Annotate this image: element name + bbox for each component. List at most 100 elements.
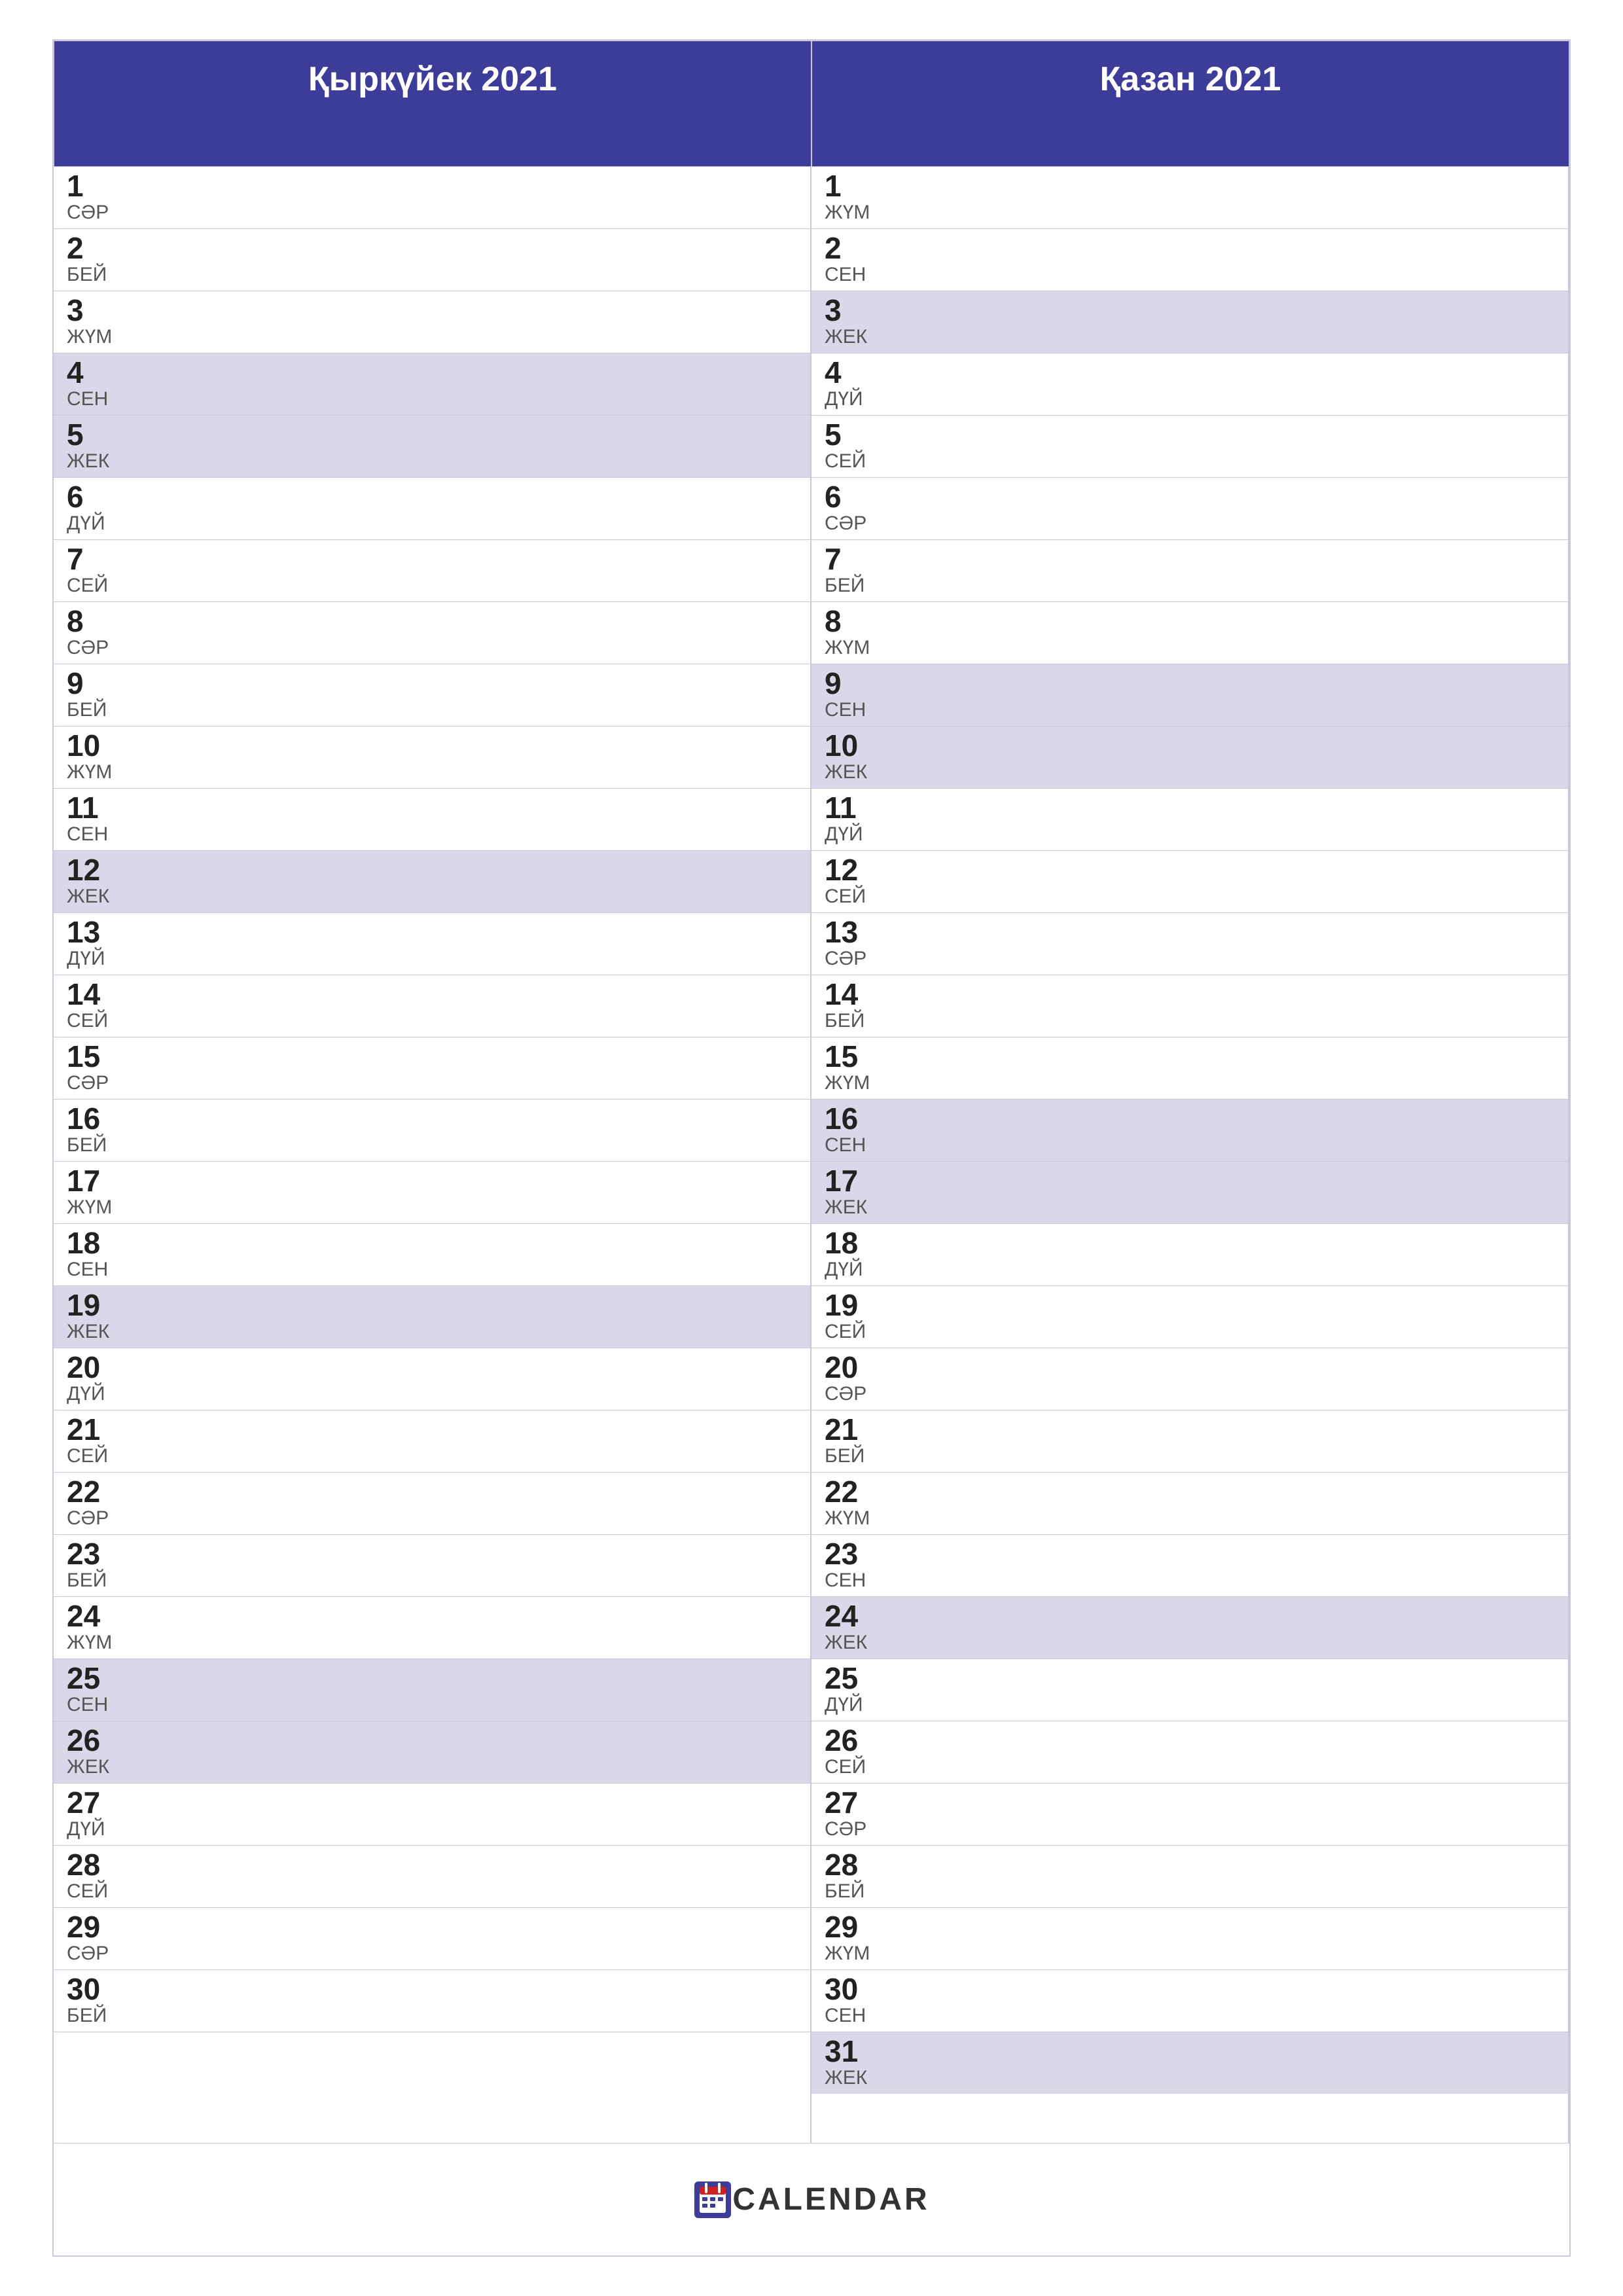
sept-day-number-7: 7: [67, 544, 797, 574]
oct-day-27: 27СӘР: [812, 1784, 1568, 1846]
oct-day-name-26: СЕЙ: [825, 1755, 1555, 1779]
oct-day-22: 22ЖҮМ: [812, 1473, 1568, 1535]
sept-day-name-6: ДҮЙ: [67, 512, 797, 535]
october-column: 1ЖҮМ2СЕН3ЖЕК4ДҮЙ5СЕЙ6СӘР7БЕЙ8ЖҮМ9СЕН10ЖЕ…: [812, 167, 1569, 2143]
sept-day-name-23: БЕЙ: [67, 1569, 797, 1592]
sept-day-21: 21СЕЙ: [54, 1410, 810, 1473]
oct-day-10: 10ЖЕК: [812, 726, 1568, 789]
sept-day-number-1: 1: [67, 171, 797, 201]
oct-day-number-20: 20: [825, 1352, 1555, 1382]
sept-day-name-17: ЖҮМ: [67, 1196, 797, 1219]
sept-day-name-4: СЕН: [67, 387, 797, 411]
oct-day-name-21: БЕЙ: [825, 1444, 1555, 1468]
september-header: Қыркүйек 2021: [54, 41, 812, 167]
oct-day-name-6: СӘР: [825, 512, 1555, 535]
sept-day-27: 27ДҮЙ: [54, 1784, 810, 1846]
oct-day-number-18: 18: [825, 1228, 1555, 1258]
oct-day-16: 16СЕН: [812, 1100, 1568, 1162]
calendar-logo-text: CALENDAR: [732, 2181, 929, 2217]
oct-day-name-5: СЕЙ: [825, 450, 1555, 473]
oct-day-number-23: 23: [825, 1539, 1555, 1569]
calendar-grid: Қыркүйек 2021 Қазан 2021 1СӘР2БЕЙ3ЖҮМ4СЕ…: [52, 39, 1571, 2257]
sept-day-name-2: БЕЙ: [67, 263, 797, 287]
sept-day-number-26: 26: [67, 1725, 797, 1755]
oct-day-31: 31ЖЕК: [812, 2032, 1568, 2094]
sept-day-number-20: 20: [67, 1352, 797, 1382]
sept-day-18: 18СЕН: [54, 1224, 810, 1286]
oct-day-5: 5СЕЙ: [812, 416, 1568, 478]
sept-day-name-25: СЕН: [67, 1693, 797, 1717]
oct-day-20: 20СӘР: [812, 1348, 1568, 1410]
oct-day-17: 17ЖЕК: [812, 1162, 1568, 1224]
oct-day-name-19: СЕЙ: [825, 1320, 1555, 1344]
oct-day-number-14: 14: [825, 979, 1555, 1009]
oct-day-name-14: БЕЙ: [825, 1009, 1555, 1033]
oct-day-number-13: 13: [825, 917, 1555, 947]
oct-day-number-26: 26: [825, 1725, 1555, 1755]
sept-day-name-18: СЕН: [67, 1258, 797, 1282]
oct-day-name-23: СЕН: [825, 1569, 1555, 1592]
sept-day-number-9: 9: [67, 668, 797, 698]
oct-day-name-7: БЕЙ: [825, 574, 1555, 598]
oct-day-18: 18ДҮЙ: [812, 1224, 1568, 1286]
oct-day-name-18: ДҮЙ: [825, 1258, 1555, 1282]
sept-day-7: 7СЕЙ: [54, 540, 810, 602]
september-column: 1СӘР2БЕЙ3ЖҮМ4СЕН5ЖЕК6ДҮЙ7СЕЙ8СӘР9БЕЙ10ЖҮ…: [54, 167, 812, 2143]
oct-day-name-1: ЖҮМ: [825, 201, 1555, 224]
oct-day-15: 15ЖҮМ: [812, 1037, 1568, 1100]
sept-day-name-5: ЖЕК: [67, 450, 797, 473]
oct-day-number-4: 4: [825, 357, 1555, 387]
oct-day-number-27: 27: [825, 1787, 1555, 1818]
oct-day-name-29: ЖҮМ: [825, 1942, 1555, 1965]
oct-day-number-15: 15: [825, 1041, 1555, 1071]
sept-day-name-26: ЖЕК: [67, 1755, 797, 1779]
sept-day-number-3: 3: [67, 295, 797, 325]
sept-day-name-10: ЖҮМ: [67, 761, 797, 784]
oct-day-name-27: СӘР: [825, 1818, 1555, 1841]
sept-day-22: 22СӘР: [54, 1473, 810, 1535]
oct-day-number-7: 7: [825, 544, 1555, 574]
sept-day-10: 10ЖҮМ: [54, 726, 810, 789]
sept-day-3: 3ЖҮМ: [54, 291, 810, 353]
oct-day-name-9: СЕН: [825, 698, 1555, 722]
oct-day-21: 21БЕЙ: [812, 1410, 1568, 1473]
oct-day-number-3: 3: [825, 295, 1555, 325]
sept-day-9: 9БЕЙ: [54, 664, 810, 726]
sept-day-number-30: 30: [67, 1974, 797, 2004]
oct-day-6: 6СӘР: [812, 478, 1568, 540]
sept-day-number-6: 6: [67, 482, 797, 512]
sept-day-number-4: 4: [67, 357, 797, 387]
oct-day-14: 14БЕЙ: [812, 975, 1568, 1037]
oct-day-2: 2СЕН: [812, 229, 1568, 291]
page: Қыркүйек 2021 Қазан 2021 1СӘР2БЕЙ3ЖҮМ4СЕ…: [0, 0, 1623, 2296]
sept-day-number-24: 24: [67, 1601, 797, 1631]
sept-day-2: 2БЕЙ: [54, 229, 810, 291]
sept-day-name-11: СЕН: [67, 823, 797, 846]
oct-day-4: 4ДҮЙ: [812, 353, 1568, 416]
oct-day-name-31: ЖЕК: [825, 2066, 1555, 2090]
sept-day-5: 5ЖЕК: [54, 416, 810, 478]
oct-day-name-28: БЕЙ: [825, 1880, 1555, 1903]
sept-day-8: 8СӘР: [54, 602, 810, 664]
sept-day-number-19: 19: [67, 1290, 797, 1320]
sept-day-19: 19ЖЕК: [54, 1286, 810, 1348]
oct-day-number-11: 11: [825, 793, 1555, 823]
oct-day-name-13: СӘР: [825, 947, 1555, 971]
oct-day-name-2: СЕН: [825, 263, 1555, 287]
sept-day-26: 26ЖЕК: [54, 1721, 810, 1784]
oct-day-number-25: 25: [825, 1663, 1555, 1693]
sept-day-number-16: 16: [67, 1103, 797, 1134]
oct-day-name-10: ЖЕК: [825, 761, 1555, 784]
oct-day-name-20: СӘР: [825, 1382, 1555, 1406]
oct-day-19: 19СЕЙ: [812, 1286, 1568, 1348]
oct-day-name-16: СЕН: [825, 1134, 1555, 1157]
oct-day-number-24: 24: [825, 1601, 1555, 1631]
oct-day-name-15: ЖҮМ: [825, 1071, 1555, 1095]
oct-day-number-12: 12: [825, 855, 1555, 885]
sept-day-name-9: БЕЙ: [67, 698, 797, 722]
oct-day-1: 1ЖҮМ: [812, 167, 1568, 229]
oct-day-number-31: 31: [825, 2036, 1555, 2066]
oct-day-name-12: СЕЙ: [825, 885, 1555, 908]
sept-day-number-8: 8: [67, 606, 797, 636]
oct-day-13: 13СӘР: [812, 913, 1568, 975]
